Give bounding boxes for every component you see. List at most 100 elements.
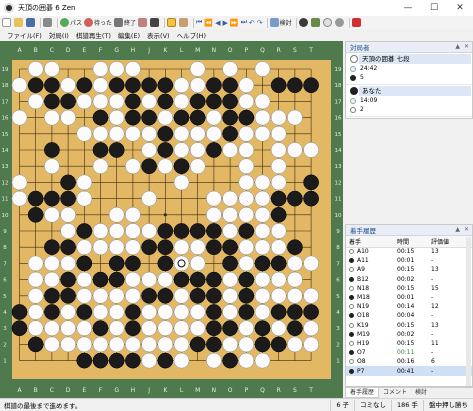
- column-label: R: [277, 387, 281, 394]
- pen-icon: [150, 18, 160, 27]
- territory-button[interactable]: [310, 17, 321, 28]
- history-row[interactable]: P7 00:41-: [346, 366, 472, 376]
- go-board[interactable]: AABBCCDDEEFFGGHHJJKKLLMMNNOOPPQQRRSSTT19…: [0, 41, 343, 398]
- history-row[interactable]: O7 00:11-: [346, 348, 472, 357]
- history-move: M19: [357, 330, 370, 338]
- black-stone: [76, 77, 93, 94]
- column-label: B: [34, 47, 38, 54]
- forward-10-button[interactable]: ⏩: [230, 17, 239, 28]
- menu-edit[interactable]: 編集(E): [118, 30, 140, 40]
- history-move: O18: [357, 312, 370, 320]
- history-scrollbar[interactable]: [466, 237, 471, 386]
- undo-icon: [84, 18, 94, 27]
- column-label: O: [228, 47, 233, 54]
- print-button[interactable]: [43, 17, 53, 28]
- pen-button[interactable]: [150, 17, 160, 28]
- black-stone: [270, 304, 287, 320]
- history-row[interactable]: A11 00:01-: [346, 256, 472, 265]
- undo-button[interactable]: 待った: [84, 17, 112, 28]
- white-stone-icon: [349, 249, 354, 255]
- history-row[interactable]: N18 00:15 15: [346, 284, 472, 293]
- history-row[interactable]: O8 00:16 6: [346, 357, 472, 366]
- history-row[interactable]: A10 00:15 13: [346, 247, 472, 256]
- history-move-cell: H19: [346, 339, 394, 348]
- tab-study[interactable]: 検討: [411, 388, 431, 398]
- stop-button[interactable]: [351, 17, 362, 28]
- white-stone: [60, 320, 76, 337]
- black-stone: [157, 142, 174, 158]
- open-button[interactable]: [14, 17, 24, 28]
- study-button[interactable]: 検討: [269, 17, 292, 28]
- black-stone: [173, 109, 190, 126]
- goto-first-button[interactable]: ⏮: [196, 17, 202, 28]
- pass-button[interactable]: パス: [60, 17, 82, 28]
- tab-history[interactable]: 着手履歴: [345, 388, 380, 398]
- pin-icon[interactable]: ▲: [455, 43, 460, 50]
- white-stone: [270, 174, 287, 191]
- close-panel-icon[interactable]: ✕: [464, 43, 469, 50]
- menu-view[interactable]: 表示(V): [147, 30, 170, 40]
- history-row[interactable]: H19 00:15 11: [346, 339, 472, 348]
- settings-button[interactable]: [334, 17, 345, 28]
- white-stone: [238, 352, 255, 369]
- finish-button[interactable]: 終了: [114, 17, 136, 28]
- board-mode-button[interactable]: [167, 17, 177, 28]
- header-move[interactable]: 着手: [346, 236, 394, 248]
- goto-last-button[interactable]: ⏭: [241, 17, 247, 28]
- menu-file[interactable]: ファイル(F): [7, 30, 42, 40]
- history-row[interactable]: M18 00:01-: [346, 293, 472, 302]
- clock-icon: [350, 65, 356, 72]
- rewind-branch-button[interactable]: ↶: [249, 17, 255, 28]
- white-stone: [60, 109, 76, 126]
- back-1-button[interactable]: ◀: [215, 17, 220, 28]
- hand-button[interactable]: [179, 17, 189, 28]
- history-row[interactable]: B12 00:02-: [346, 275, 472, 284]
- tab-comment[interactable]: コメント: [379, 388, 411, 398]
- row-label: 6: [336, 278, 340, 284]
- eraser-button[interactable]: [138, 17, 148, 28]
- history-row[interactable]: A9 00:15 13: [346, 265, 472, 274]
- history-row[interactable]: N19 00:14 12: [346, 302, 472, 311]
- history-row[interactable]: K19 00:15 13: [346, 321, 472, 330]
- white-stone: [270, 158, 287, 175]
- white-stone: [44, 206, 60, 223]
- history-row[interactable]: O18 00:04-: [346, 311, 472, 320]
- history-time: 00:16: [397, 358, 415, 366]
- menu-help[interactable]: ヘルプ(H): [177, 30, 206, 40]
- column-label: M: [195, 387, 200, 394]
- forward-branch-button[interactable]: ↷: [257, 17, 263, 28]
- history-row[interactable]: M19 00:02-: [346, 330, 472, 339]
- white-stone: [141, 320, 157, 337]
- white-stone: [141, 271, 157, 288]
- white-stone: [27, 304, 44, 320]
- evaluate-button[interactable]: [322, 17, 333, 28]
- new-game-button[interactable]: [2, 17, 12, 28]
- white-stone: [206, 109, 222, 126]
- white-stone: [189, 158, 206, 175]
- forward-1-button[interactable]: ▶: [222, 17, 227, 28]
- close-panel-icon[interactable]: ✕: [464, 226, 469, 233]
- white-stone: [108, 93, 125, 110]
- menu-game[interactable]: 対局(I): [49, 30, 69, 40]
- white-stone: [157, 158, 174, 175]
- hint-button[interactable]: [298, 17, 309, 28]
- pin-icon[interactable]: ▲: [455, 226, 460, 233]
- save-button[interactable]: [26, 17, 36, 28]
- maximize-button[interactable]: ☐: [421, 0, 447, 16]
- row-label: 1: [3, 359, 7, 365]
- white-stone: [238, 206, 255, 223]
- white-stone: [108, 287, 125, 304]
- minimize-button[interactable]: —: [395, 0, 421, 16]
- back-10-button[interactable]: ⏪: [204, 17, 213, 28]
- column-label: B: [34, 387, 38, 394]
- white-stone: [92, 223, 109, 239]
- row-label: 5: [3, 294, 7, 300]
- menu-replay[interactable]: 棋譜再生(T): [76, 30, 111, 40]
- header-time[interactable]: 時間: [394, 236, 428, 248]
- row-label: 10: [2, 213, 9, 219]
- history-move-cell: O8: [346, 357, 394, 366]
- black-stone: [141, 287, 157, 304]
- row-label: 14: [2, 148, 9, 154]
- white-stone: [254, 206, 271, 223]
- close-window-button[interactable]: ✕: [447, 0, 473, 16]
